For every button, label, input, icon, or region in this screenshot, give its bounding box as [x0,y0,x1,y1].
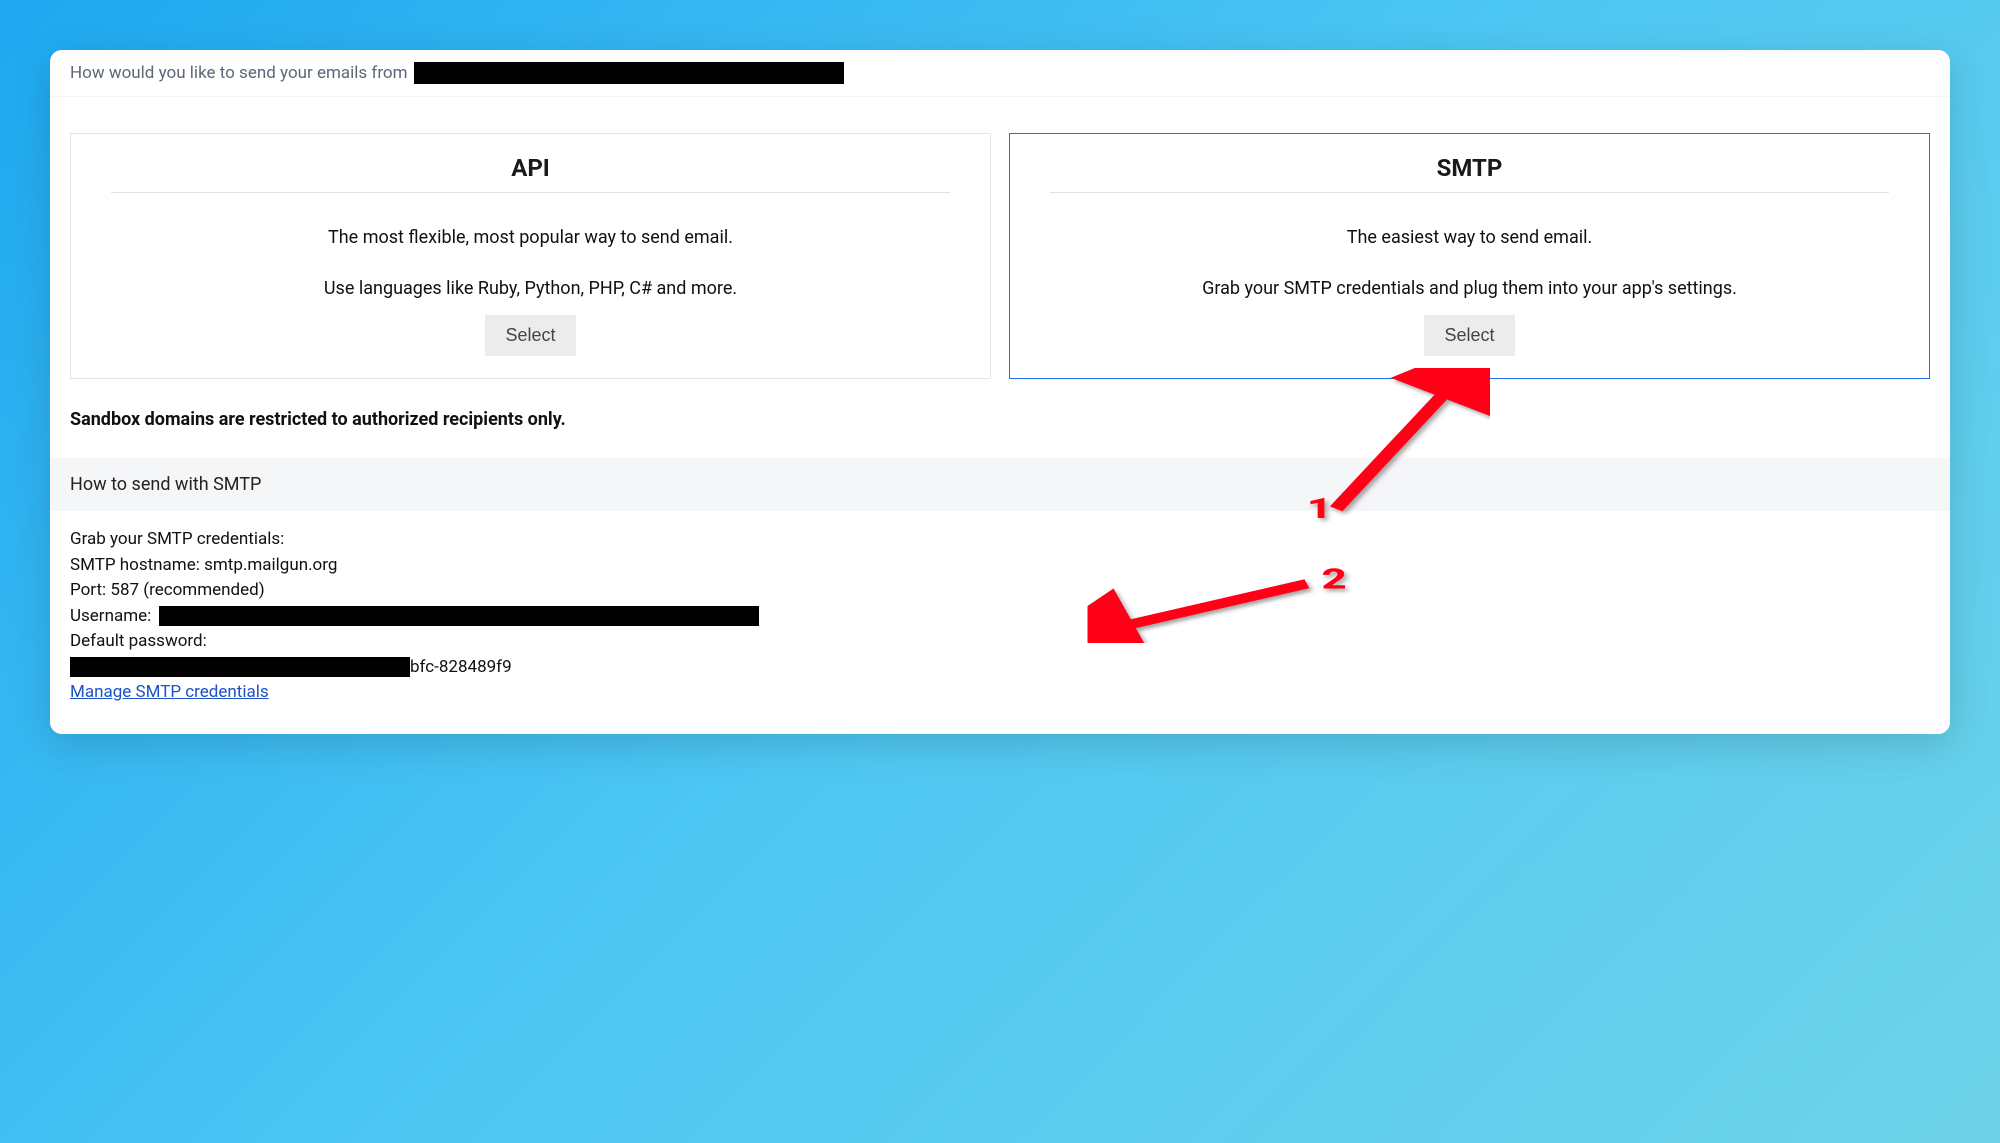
creds-username: Username: [70,604,1930,630]
username-label: Username: [70,606,151,626]
creds-hostname: SMTP hostname: smtp.mailgun.org [70,553,1930,579]
option-api-line2: Use languages like Ruby, Python, PHP, C#… [111,278,950,299]
redacted-password-prefix [70,657,410,677]
howto-heading: How to send with SMTP [50,458,1950,511]
redacted-username [159,606,759,626]
options-row: API The most flexible, most popular way … [70,133,1930,379]
prompt-text: How would you like to send your emails f… [70,63,408,83]
port-value: 587 (recommended) [110,580,264,600]
manage-smtp-credentials-link[interactable]: Manage SMTP credentials [70,682,269,702]
option-card-api[interactable]: API The most flexible, most popular way … [70,133,991,379]
send-method-prompt: How would you like to send your emails f… [50,50,1950,97]
smtp-credentials-block: Grab your SMTP credentials: SMTP hostnam… [50,511,1950,734]
redacted-domain [414,62,844,84]
select-api-button[interactable]: Select [485,315,575,356]
creds-password-label: Default password: [70,629,1930,655]
hostname-label: SMTP hostname: [70,555,200,575]
window: How would you like to send your emails f… [50,50,1950,734]
option-smtp-line2: Grab your SMTP credentials and plug them… [1050,278,1889,299]
creds-password-value: bfc-828489f9 [70,655,1930,681]
option-api-line1: The most flexible, most popular way to s… [111,227,950,248]
option-smtp-line1: The easiest way to send email. [1050,227,1889,248]
option-smtp-title: SMTP [1050,154,1889,193]
password-suffix: bfc-828489f9 [410,657,512,677]
option-card-smtp[interactable]: SMTP The easiest way to send email. Grab… [1009,133,1930,379]
creds-intro: Grab your SMTP credentials: [70,527,1930,553]
port-label: Port: [70,580,106,600]
sandbox-note: Sandbox domains are restricted to author… [70,409,1930,430]
creds-port: Port: 587 (recommended) [70,578,1930,604]
hostname-value: smtp.mailgun.org [204,555,337,575]
select-smtp-button[interactable]: Select [1424,315,1514,356]
option-api-title: API [111,154,950,193]
options-area: API The most flexible, most popular way … [50,97,1950,458]
